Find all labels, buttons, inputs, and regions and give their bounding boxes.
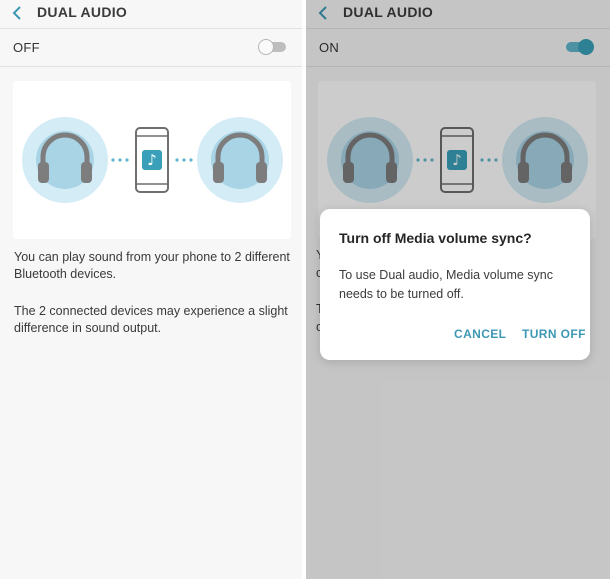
dialog-message: To use Dual audio, Media volume sync nee… [339,268,554,301]
music-note-icon: ♪ [142,150,162,170]
headphones-left-icon [22,117,108,203]
app-bar: DUAL AUDIO [0,0,302,29]
back-chevron-icon[interactable] [10,5,26,21]
turn-off-button[interactable]: TURN OFF [522,327,586,341]
cancel-button[interactable]: CANCEL [454,327,506,341]
description-paragraph-1: You can play sound from your phone to 2 … [14,250,290,281]
description-paragraph-2: The 2 connected devices may experience a… [14,304,288,335]
dual-audio-toggle-row[interactable]: OFF [0,29,302,67]
switch-knob [258,39,274,55]
connection-dots-right [175,158,193,162]
dialog-title: Turn off Media volume sync? [339,230,532,246]
svg-text:♪: ♪ [147,151,157,169]
toggle-state-label: OFF [13,40,40,55]
media-volume-sync-dialog: Turn off Media volume sync? To use Dual … [320,209,590,360]
headphones-right-icon [197,117,283,203]
dual-audio-illustration: ♪ [13,81,291,239]
dual-audio-switch[interactable] [258,39,288,55]
page-title: DUAL AUDIO [37,4,128,20]
connection-dots-left [111,158,129,162]
dual-audio-screen-off: DUAL AUDIO OFF ♪ You can play sound from… [0,0,302,579]
dual-audio-screen-on: DUAL AUDIO ON ♪ Turn off Media volume sy… [306,0,610,579]
